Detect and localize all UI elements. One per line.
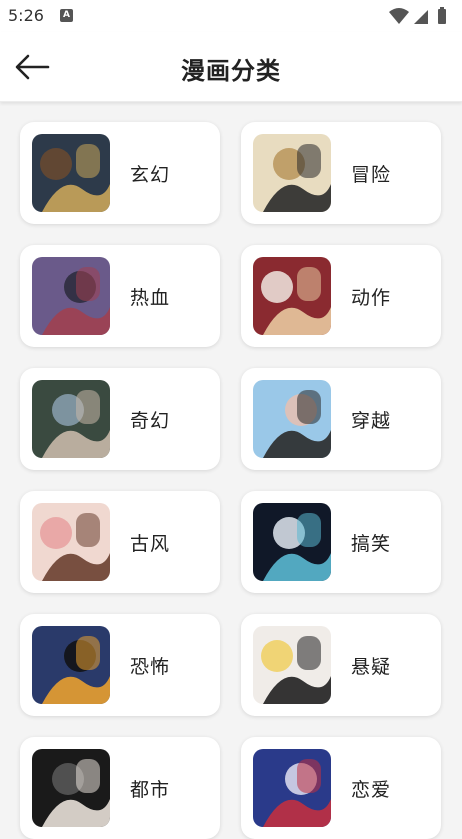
cover-dushi-thumb <box>32 749 110 827</box>
category-grid: 玄幻 冒险 热血 动作 奇幻 穿越 古风 搞笑 恐怖 悬疑 都市 恋爱 <box>20 122 442 839</box>
cover-kongbu-thumb <box>32 626 110 704</box>
status-bar: 5:26 A <box>0 0 462 32</box>
category-card-dushi[interactable]: 都市 <box>20 737 220 839</box>
a-badge-icon: A <box>60 9 73 22</box>
category-label: 古风 <box>130 532 171 555</box>
category-label: 恋爱 <box>351 778 392 801</box>
cover-qihuan-thumb <box>32 380 110 458</box>
cover-dongzuo-thumb <box>253 257 331 335</box>
cover-rexue-thumb <box>32 257 110 335</box>
signal-icon <box>414 10 428 24</box>
category-label: 恐怖 <box>130 655 171 678</box>
cover-xuanhuan-thumb <box>32 134 110 212</box>
wifi-icon <box>389 8 409 24</box>
category-card-maoxian[interactable]: 冒险 <box>241 122 441 224</box>
page-title: 漫画分类 <box>181 57 281 85</box>
category-label: 热血 <box>130 286 171 309</box>
app-bar: 漫画分类 <box>0 32 462 102</box>
category-card-lianai[interactable]: 恋爱 <box>241 737 441 839</box>
category-card-dongzuo[interactable]: 动作 <box>241 245 441 347</box>
status-icons <box>388 7 454 25</box>
category-label: 穿越 <box>351 409 392 432</box>
cover-lianai-thumb <box>253 749 331 827</box>
battery-icon <box>438 7 446 24</box>
category-card-qihuan[interactable]: 奇幻 <box>20 368 220 470</box>
category-label: 玄幻 <box>130 163 171 186</box>
category-card-kongbu[interactable]: 恐怖 <box>20 614 220 716</box>
category-label: 冒险 <box>351 163 392 186</box>
status-time: 5:26 <box>8 6 44 25</box>
cover-maoxian-thumb <box>253 134 331 212</box>
category-label: 悬疑 <box>351 655 392 678</box>
category-card-chuanyue[interactable]: 穿越 <box>241 368 441 470</box>
cover-chuanyue-thumb <box>253 380 331 458</box>
cover-gaoxiao-thumb <box>253 503 331 581</box>
category-label: 奇幻 <box>130 409 171 432</box>
category-label: 都市 <box>130 778 171 801</box>
category-card-gaoxiao[interactable]: 搞笑 <box>241 491 441 593</box>
category-card-xuanyi[interactable]: 悬疑 <box>241 614 441 716</box>
category-card-gufeng[interactable]: 古风 <box>20 491 220 593</box>
category-card-rexue[interactable]: 热血 <box>20 245 220 347</box>
category-label: 搞笑 <box>351 532 392 555</box>
category-card-xuanhuan[interactable]: 玄幻 <box>20 122 220 224</box>
category-label: 动作 <box>351 286 392 309</box>
cover-xuanyi-thumb <box>253 626 331 704</box>
cover-gufeng-thumb <box>32 503 110 581</box>
